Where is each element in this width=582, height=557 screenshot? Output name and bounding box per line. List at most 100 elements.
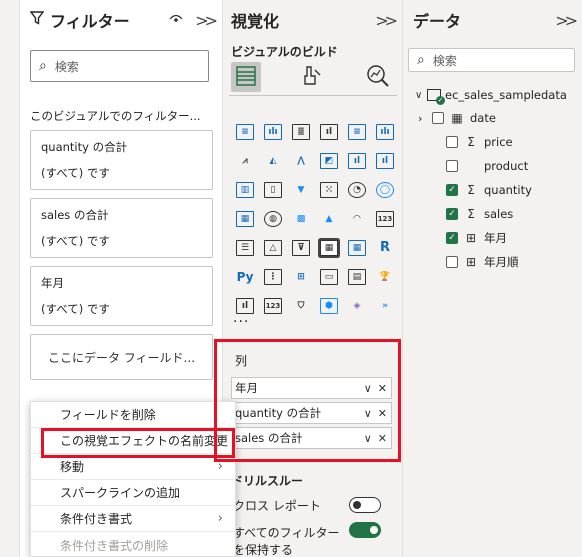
field-row-yearmonth-order[interactable]: ⊞ 年月順 bbox=[446, 251, 519, 273]
chevron-down-icon[interactable]: ∨ bbox=[364, 382, 372, 395]
treemap-icon[interactable]: ▦ bbox=[231, 204, 259, 233]
field-checkbox[interactable] bbox=[446, 136, 458, 148]
100-stacked-bar-chart-icon[interactable]: ≡ bbox=[343, 117, 371, 146]
stacked-bar-chart-icon[interactable]: ≡ bbox=[231, 117, 259, 146]
area-chart-icon[interactable]: ◭ bbox=[259, 146, 287, 175]
analytics-tab[interactable] bbox=[366, 64, 390, 91]
collapse-filters-icon[interactable]: >> bbox=[195, 11, 218, 30]
stacked-column-chart-icon[interactable]: ılı bbox=[259, 117, 287, 146]
search-icon: ⌕ bbox=[39, 58, 47, 74]
close-icon[interactable]: ✕ bbox=[378, 382, 387, 395]
drillthrough-label: ドリルスルー bbox=[231, 474, 304, 488]
slicer-icon[interactable]: ⊽ bbox=[287, 233, 315, 262]
field-checkbox[interactable] bbox=[432, 112, 444, 124]
chevron-down-icon[interactable]: ∨ bbox=[364, 432, 372, 445]
field-row-yearmonth[interactable]: ✓ ⊞ 年月 bbox=[446, 227, 507, 249]
line-and-column-chart-icon[interactable]: ıl bbox=[343, 146, 371, 175]
chevron-down-icon[interactable]: ∨ bbox=[364, 407, 372, 420]
menu-item-remove-field[interactable]: フィールドを削除 bbox=[31, 402, 235, 428]
menu-item-label: 条件付き書式の削除 bbox=[60, 538, 169, 553]
matrix-icon[interactable]: ▦ bbox=[343, 233, 371, 262]
collapse-viz-icon[interactable]: >> bbox=[375, 11, 398, 30]
filters-search-placeholder: 検索 bbox=[54, 59, 79, 74]
smart-narrative-icon[interactable]: ▤ bbox=[343, 262, 371, 291]
filters-search-input[interactable]: ⌕ 検索 bbox=[30, 50, 209, 82]
card-icon[interactable]: 123 bbox=[371, 204, 399, 233]
kpi-icon[interactable]: △ bbox=[259, 233, 287, 262]
field-row-sales[interactable]: ✓ Σ sales bbox=[446, 203, 513, 225]
menu-item-move[interactable]: 移動 › bbox=[31, 454, 235, 480]
trophy-icon[interactable]: 🏆 bbox=[371, 262, 399, 291]
filter-drop-zone[interactable]: ここにデータ フィールド... bbox=[30, 334, 213, 380]
filter-card-sales[interactable]: sales の合計 (すべて) です bbox=[30, 198, 213, 258]
chevron-right-icon[interactable]: › bbox=[418, 112, 432, 125]
funnel-alt-chart-icon[interactable]: ▯ bbox=[259, 175, 287, 204]
funnel-chart-icon[interactable]: ▼ bbox=[287, 175, 315, 204]
field-row-price[interactable]: Σ price bbox=[446, 131, 513, 153]
python-visual-icon[interactable]: Py bbox=[231, 262, 259, 291]
field-name: price bbox=[484, 135, 513, 149]
menu-item-add-sparkline[interactable]: スパークラインの追加 bbox=[31, 480, 235, 506]
cross-report-toggle[interactable] bbox=[349, 497, 381, 513]
collapse-data-icon[interactable]: >> bbox=[555, 11, 578, 30]
chevron-right-icon: › bbox=[217, 459, 223, 474]
more-visuals-icon[interactable]: ... bbox=[233, 310, 249, 326]
chevrons-visual-icon[interactable]: » bbox=[371, 291, 399, 320]
donut-chart-icon[interactable]: ◯ bbox=[371, 175, 399, 204]
diamond-visual-icon[interactable]: ◈ bbox=[343, 291, 371, 320]
power-automate-icon[interactable]: ⬢ bbox=[315, 291, 343, 320]
azure-map-icon[interactable]: ▲ bbox=[315, 204, 343, 233]
close-icon[interactable]: ✕ bbox=[378, 407, 387, 420]
table-icon[interactable]: ▦ bbox=[315, 233, 343, 262]
gauge-icon[interactable]: ◠ bbox=[343, 204, 371, 233]
qa-visual-icon[interactable]: ▭ bbox=[315, 262, 343, 291]
data-search-input[interactable]: ⌕ 検索 bbox=[408, 48, 575, 72]
eye-icon[interactable] bbox=[169, 12, 183, 28]
menu-item-rename[interactable]: この視覚エフェクトの名前変更 bbox=[31, 428, 235, 454]
menu-item-conditional-formatting[interactable]: 条件付き書式 › bbox=[31, 506, 235, 532]
line-chart-icon[interactable]: ⩘ bbox=[231, 146, 259, 175]
field-checkbox[interactable] bbox=[446, 256, 458, 268]
ribbon-chart-icon[interactable]: ◩ bbox=[315, 146, 343, 175]
scatter-chart-icon[interactable]: ⁙ bbox=[315, 175, 343, 204]
table-node[interactable]: ∨ ✓ ec_sales_sampledata bbox=[415, 84, 567, 106]
field-checkbox[interactable]: ✓ bbox=[446, 184, 458, 196]
filled-map-icon[interactable]: ▩ bbox=[287, 204, 315, 233]
calendar-icon: ▦ bbox=[451, 111, 463, 125]
filter-card-yearmonth[interactable]: 年月 (すべて) です bbox=[30, 266, 213, 326]
filter-card-title: 年月 bbox=[41, 276, 64, 290]
filter-card-quantity[interactable]: quantity の合計 (すべて) です bbox=[30, 130, 213, 190]
map-icon[interactable]: ◍ bbox=[259, 204, 287, 233]
format-visual-tab[interactable] bbox=[301, 64, 323, 91]
waterfall-chart-icon[interactable]: ▥ bbox=[231, 175, 259, 204]
build-visual-tab[interactable] bbox=[231, 62, 261, 92]
field-row-date[interactable]: › ▦ date bbox=[418, 107, 496, 129]
table-icon: ✓ bbox=[427, 89, 445, 105]
column-field-sales[interactable]: sales の合計 ∨ ✕ bbox=[231, 427, 392, 449]
field-row-quantity[interactable]: ✓ Σ quantity bbox=[446, 179, 532, 201]
field-name: date bbox=[470, 111, 496, 125]
r-script-visual-icon[interactable]: R bbox=[371, 233, 399, 262]
field-row-product[interactable]: product bbox=[446, 155, 528, 177]
multi-row-card-icon[interactable]: ☰ bbox=[231, 233, 259, 262]
close-icon[interactable]: ✕ bbox=[378, 432, 387, 445]
clustered-bar-chart-icon[interactable]: ≣ bbox=[287, 117, 315, 146]
decomposition-tree-icon[interactable]: ⊞ bbox=[287, 262, 315, 291]
clustered-column-chart-icon[interactable]: ıl bbox=[315, 117, 343, 146]
pie-chart-icon[interactable]: ◔ bbox=[343, 175, 371, 204]
chevron-down-icon[interactable]: ∨ bbox=[415, 90, 427, 101]
field-checkbox[interactable]: ✓ bbox=[446, 232, 458, 244]
column-field-quantity[interactable]: quantity の合計 ∨ ✕ bbox=[231, 402, 392, 424]
field-name: sales bbox=[484, 207, 514, 221]
metrics-icon[interactable]: 123 bbox=[259, 291, 287, 320]
100-stacked-column-chart-icon[interactable]: ılı bbox=[371, 117, 399, 146]
keep-filters-toggle[interactable] bbox=[349, 522, 381, 538]
column-field-yearmonth[interactable]: 年月 ∨ ✕ bbox=[231, 377, 392, 399]
power-apps-icon[interactable]: ⛉ bbox=[287, 291, 315, 320]
key-influencers-icon[interactable]: ⋮ bbox=[259, 262, 287, 291]
stacked-area-chart-icon[interactable]: ⋀ bbox=[287, 146, 315, 175]
line-and-stacked-column-chart-icon[interactable]: ıl bbox=[371, 146, 399, 175]
filter-funnel-icon bbox=[29, 11, 45, 29]
field-checkbox[interactable] bbox=[446, 160, 458, 172]
field-checkbox[interactable]: ✓ bbox=[446, 208, 458, 220]
